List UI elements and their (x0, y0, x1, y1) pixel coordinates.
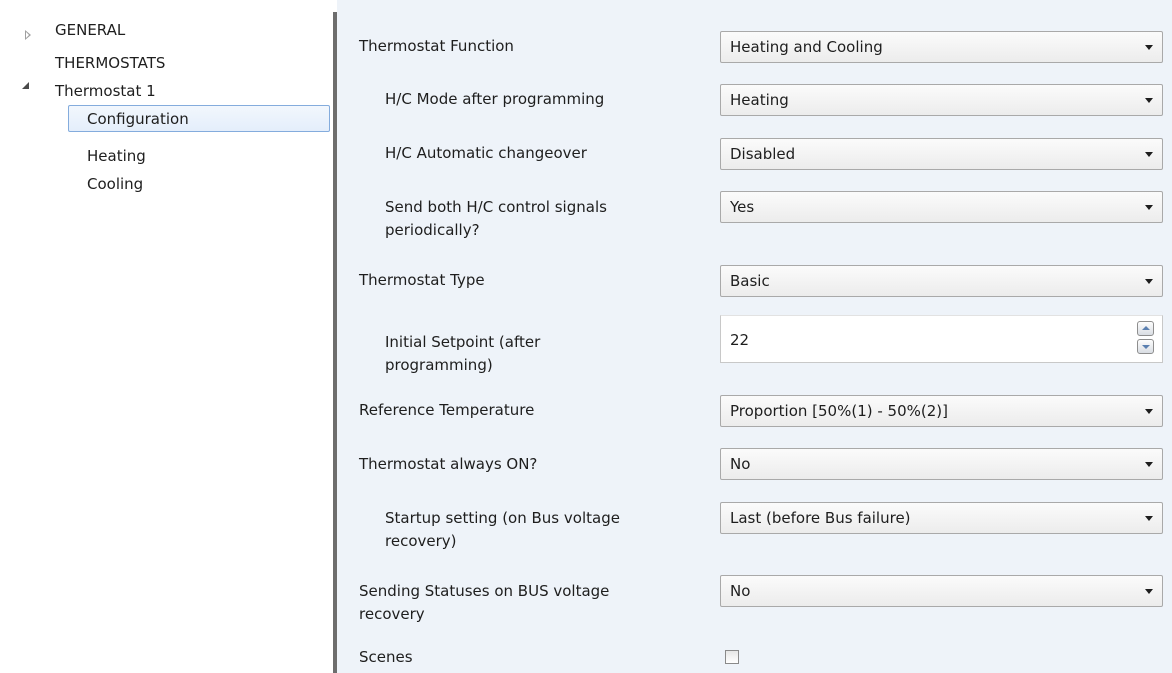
sending-statuses-select[interactable]: No (720, 575, 1163, 607)
hc-automatic-changeover-select[interactable]: Disabled (720, 138, 1163, 170)
dropdown-arrow-icon (1145, 516, 1153, 521)
dropdown-arrow-icon (1145, 462, 1153, 467)
tree-item-configuration[interactable]: Configuration (68, 105, 330, 132)
initial-setpoint-label: Initial Setpoint (after programming) (385, 333, 541, 374)
dropdown-arrow-icon (1145, 589, 1153, 594)
dropdown-arrow-icon (1145, 409, 1153, 414)
hc-mode-label: H/C Mode after programming (385, 90, 605, 108)
dropdown-arrow-icon (1145, 98, 1153, 103)
input-value: 22 (730, 331, 750, 349)
hc-automatic-changeover-label: H/C Automatic changeover (385, 144, 587, 162)
startup-setting-select[interactable]: Last (before Bus failure) (720, 502, 1163, 534)
thermostat-always-on-label: Thermostat always ON? (359, 455, 538, 473)
select-value: Proportion [50%(1) - 50%(2)] (730, 402, 948, 420)
spin-down-button[interactable] (1137, 339, 1154, 354)
reference-temperature-select[interactable]: Proportion [50%(1) - 50%(2)] (720, 395, 1163, 427)
thermostat-function-select[interactable]: Heating and Cooling (720, 31, 1163, 63)
tree-item-label: THERMOSTATS (55, 54, 166, 72)
tree-item-thermostats[interactable]: THERMOSTATS (55, 51, 165, 75)
tree-item-label: Cooling (87, 175, 144, 193)
tree-item-label: Thermostat 1 (55, 82, 156, 100)
tree-item-general[interactable]: GENERAL (55, 18, 125, 42)
select-value: No (730, 582, 751, 600)
select-value: Disabled (730, 145, 796, 163)
thermostat-always-on-select[interactable]: No (720, 448, 1163, 480)
reference-temperature-label: Reference Temperature (359, 401, 535, 419)
thermostat-function-label: Thermostat Function (359, 37, 514, 55)
dropdown-arrow-icon (1145, 279, 1153, 284)
collapse-arrow-icon[interactable] (22, 82, 29, 89)
initial-setpoint-input[interactable]: 22 (720, 315, 1163, 363)
expand-arrow-icon[interactable] (25, 30, 31, 40)
parameter-tree: GENERAL THERMOSTATS Thermostat 1 Configu… (0, 0, 333, 673)
select-value: Heating and Cooling (730, 38, 883, 56)
scenes-label: Scenes (359, 648, 413, 666)
arrow-up-icon (1142, 326, 1150, 330)
spin-up-button[interactable] (1137, 321, 1154, 336)
hc-mode-select[interactable]: Heating (720, 84, 1163, 116)
arrow-down-icon (1142, 345, 1150, 349)
select-value: Yes (730, 198, 755, 216)
select-value: No (730, 455, 751, 473)
select-value: Last (before Bus failure) (730, 509, 911, 527)
sending-statuses-label: Sending Statuses on BUS voltage recovery (359, 582, 610, 623)
tree-item-label: Heating (87, 147, 146, 165)
dropdown-arrow-icon (1145, 45, 1153, 50)
thermostat-type-label: Thermostat Type (359, 271, 485, 289)
dropdown-arrow-icon (1145, 205, 1153, 210)
tree-item-thermostat-1[interactable]: Thermostat 1 (55, 79, 156, 103)
startup-setting-label: Startup setting (on Bus voltage recovery… (385, 509, 620, 550)
tree-item-label: Configuration (87, 110, 189, 128)
send-both-signals-select[interactable]: Yes (720, 191, 1163, 223)
select-value: Heating (730, 91, 789, 109)
dropdown-arrow-icon (1145, 152, 1153, 157)
tree-item-heating[interactable]: Heating (87, 144, 146, 168)
tree-item-cooling[interactable]: Cooling (87, 172, 143, 196)
thermostat-type-select[interactable]: Basic (720, 265, 1163, 297)
tree-item-label: GENERAL (55, 21, 126, 39)
parameter-panel: Thermostat Function Heating and Cooling … (337, 0, 1172, 673)
send-both-signals-label: Send both H/C control signals periodical… (385, 198, 607, 239)
select-value: Basic (730, 272, 770, 290)
scenes-checkbox[interactable] (725, 650, 739, 664)
